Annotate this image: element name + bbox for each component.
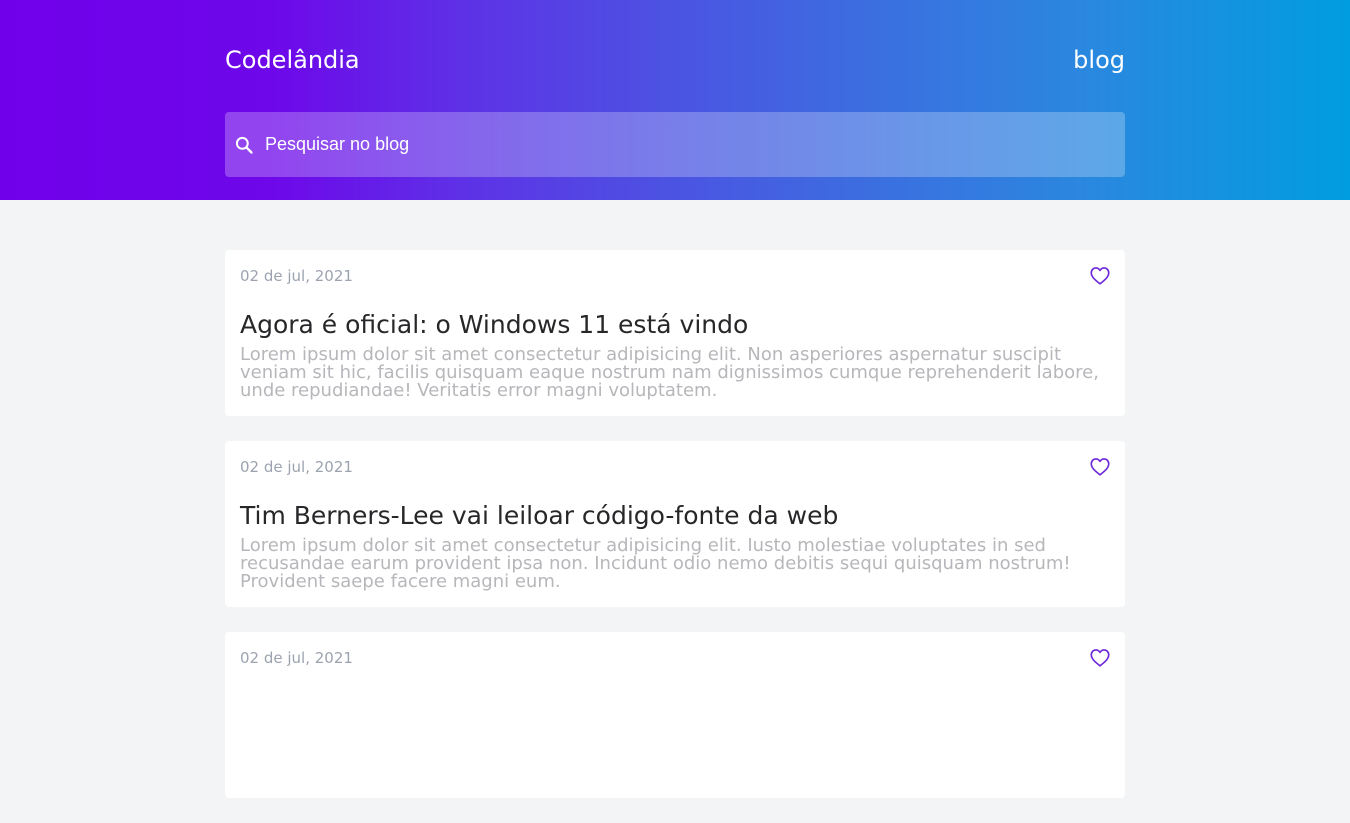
search-icon: [233, 134, 255, 156]
post-date: 02 de jul, 2021: [240, 267, 353, 285]
search-box[interactable]: [225, 111, 1125, 178]
post-excerpt: Lorem ipsum dolor sit amet consectetur a…: [240, 344, 1099, 401]
header-inner: Codelândia blog: [225, 0, 1125, 200]
post-title[interactable]: Agora é oficial: o Windows 11 está vindo: [240, 308, 748, 342]
post-date: 02 de jul, 2021: [240, 458, 353, 476]
header: Codelândia blog: [0, 0, 1350, 200]
post-card[interactable]: 02 de jul, 2021: [225, 632, 1125, 798]
post-card[interactable]: 02 de jul, 2021 Tim Berners-Lee vai leil…: [225, 441, 1125, 607]
site-logo[interactable]: Codelândia: [225, 44, 360, 76]
post-date: 02 de jul, 2021: [240, 649, 353, 667]
post-excerpt: Lorem ipsum dolor sit amet consectetur a…: [240, 535, 1071, 592]
post-card[interactable]: 02 de jul, 2021 Agora é oficial: o Windo…: [225, 250, 1125, 416]
post-title[interactable]: Tim Berners-Lee vai leiloar código-fonte…: [240, 499, 838, 533]
heart-icon[interactable]: [1089, 265, 1111, 287]
nav-link-blog[interactable]: blog: [1073, 44, 1125, 76]
post-list: 02 de jul, 2021 Agora é oficial: o Windo…: [225, 250, 1125, 823]
search-input[interactable]: [255, 111, 1125, 178]
heart-icon[interactable]: [1089, 456, 1111, 478]
